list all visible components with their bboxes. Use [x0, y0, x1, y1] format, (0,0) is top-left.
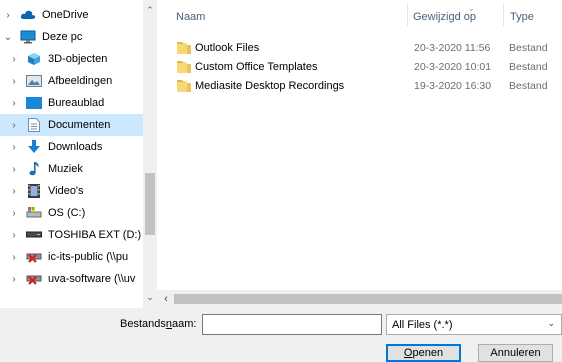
nav-item-label: Downloads	[48, 141, 103, 153]
file-row[interactable]: Mediasite Desktop Recordings 19-3-2020 1…	[157, 77, 562, 95]
chevron-right-icon[interactable]: ›	[8, 252, 20, 263]
nav-item-label: Bureaublad	[48, 97, 105, 109]
music-icon	[26, 162, 42, 176]
desktop-icon	[26, 96, 42, 110]
nav-item-onedrive[interactable]: › OneDrive	[0, 4, 143, 26]
file-type: Bestand	[509, 80, 548, 92]
file-name: Mediasite Desktop Recordings	[195, 80, 345, 92]
nav-item-label: Documenten	[48, 119, 111, 131]
3d-objects-icon	[26, 52, 42, 66]
folder-icon	[177, 60, 191, 73]
nav-item-label: OS (C:)	[48, 207, 86, 219]
videos-icon	[26, 184, 42, 198]
nav-item-videos[interactable]: › Video's	[0, 180, 143, 202]
file-list-horizontal-scrollbar[interactable]: ‹	[157, 290, 562, 308]
nav-item-ic-its-public[interactable]: › ic-its-public (\\pu	[0, 246, 143, 268]
external-drive-icon	[26, 228, 42, 242]
open-button-accelerator: O	[403, 347, 413, 359]
open-button-label: penen	[412, 347, 444, 359]
nav-item-muziek[interactable]: › Muziek	[0, 158, 143, 180]
file-row[interactable]: Custom Office Templates 20-3-2020 10:01 …	[157, 58, 562, 76]
column-divider[interactable]	[503, 4, 504, 26]
file-type-select-value: All Files (*.*)	[392, 318, 453, 331]
nav-item-label: 3D-objecten	[48, 53, 108, 65]
chevron-right-icon[interactable]: ›	[8, 98, 20, 109]
chevron-right-icon[interactable]: ›	[8, 164, 20, 175]
chevron-down-icon[interactable]: ⌄	[2, 32, 14, 43]
scroll-down-icon[interactable]: ⌄	[143, 289, 157, 306]
nav-item-afbeeldingen[interactable]: › Afbeeldingen	[0, 70, 143, 92]
nav-item-label: OneDrive	[42, 9, 89, 21]
filename-input[interactable]	[202, 314, 382, 335]
open-file-dialog: › OneDrive ⌄ Deze pc › 3D-objecten › Afb…	[0, 0, 562, 362]
network-drive-disconnected-icon	[26, 250, 42, 264]
file-name: Outlook Files	[195, 42, 260, 54]
chevron-right-icon[interactable]: ›	[8, 120, 20, 131]
documents-icon	[26, 118, 42, 132]
file-modified: 19-3-2020 16:30	[414, 80, 492, 92]
nav-item-label: uva-software (\\uv	[48, 273, 136, 285]
file-name: Custom Office Templates	[195, 61, 318, 73]
navigation-pane[interactable]: › OneDrive ⌄ Deze pc › 3D-objecten › Afb…	[0, 0, 157, 308]
scrollbar-thumb[interactable]	[145, 173, 155, 235]
nav-item-uva-software[interactable]: › uva-software (\\uv	[0, 268, 143, 290]
nav-item-label: Deze pc	[42, 31, 83, 43]
nav-item-label: TOSHIBA EXT (D:)	[48, 229, 142, 241]
drive-c-icon	[26, 206, 42, 220]
open-button[interactable]: Openen	[386, 344, 461, 362]
chevron-right-icon[interactable]: ›	[8, 54, 20, 65]
nav-item-label: Video's	[48, 185, 84, 197]
scrollbar-thumb[interactable]	[174, 294, 562, 304]
nav-item-3d-objecten[interactable]: › 3D-objecten	[0, 48, 143, 70]
chevron-right-icon[interactable]: ›	[8, 274, 20, 285]
folder-icon	[177, 79, 191, 92]
onedrive-cloud-icon	[20, 8, 36, 22]
chevron-right-icon[interactable]: ›	[8, 142, 20, 153]
file-modified: 20-3-2020 10:01	[414, 61, 492, 73]
cancel-button[interactable]: Annuleren	[478, 344, 553, 362]
chevron-right-icon[interactable]: ›	[8, 186, 20, 197]
nav-item-os-c[interactable]: › OS (C:)	[0, 202, 143, 224]
column-header-name[interactable]: Naam	[176, 0, 205, 26]
folder-icon	[177, 41, 191, 54]
column-header-type[interactable]: Type	[510, 0, 534, 26]
downloads-icon	[26, 140, 42, 154]
nav-item-deze-pc[interactable]: ⌄ Deze pc	[0, 26, 143, 48]
chevron-right-icon[interactable]: ›	[2, 10, 14, 21]
nav-item-label: Muziek	[48, 163, 83, 175]
file-modified: 20-3-2020 11:56	[414, 42, 491, 54]
pictures-icon	[26, 74, 42, 88]
nav-item-label: Afbeeldingen	[48, 75, 113, 87]
nav-vertical-scrollbar[interactable]: ⌃ ⌄	[143, 0, 157, 308]
file-type: Bestand	[509, 61, 548, 73]
computer-icon	[20, 30, 36, 44]
filename-label-prefix: Bestands	[120, 318, 166, 330]
chevron-right-icon[interactable]: ›	[8, 208, 20, 219]
file-type-select[interactable]: All Files (*.*) ⌄	[386, 314, 562, 335]
filename-label-suffix: aam:	[172, 318, 197, 330]
filename-label: Bestandsnaam:	[120, 318, 196, 330]
nav-item-label: ic-its-public (\\pu	[48, 251, 129, 263]
chevron-right-icon[interactable]: ›	[8, 76, 20, 87]
chevron-down-icon[interactable]: ⌄	[547, 318, 555, 329]
nav-item-documenten[interactable]: › Documenten	[0, 114, 143, 136]
network-drive-disconnected-icon	[26, 272, 42, 286]
column-divider[interactable]	[407, 4, 408, 26]
file-type: Bestand	[509, 42, 548, 54]
column-header-modified[interactable]: Gewijzigd op	[413, 0, 476, 26]
scroll-left-icon[interactable]: ‹	[160, 290, 172, 308]
nav-item-bureaublad[interactable]: › Bureaublad	[0, 92, 143, 114]
nav-item-downloads[interactable]: › Downloads	[0, 136, 143, 158]
file-list[interactable]: Naam ⌄ Gewijzigd op Type Outlook Files 2…	[157, 0, 562, 290]
scroll-up-icon[interactable]: ⌃	[143, 2, 157, 19]
chevron-right-icon[interactable]: ›	[8, 230, 20, 241]
file-row[interactable]: Outlook Files 20-3-2020 11:56 Bestand	[157, 39, 562, 57]
nav-item-toshiba-ext[interactable]: › TOSHIBA EXT (D:)	[0, 224, 143, 246]
